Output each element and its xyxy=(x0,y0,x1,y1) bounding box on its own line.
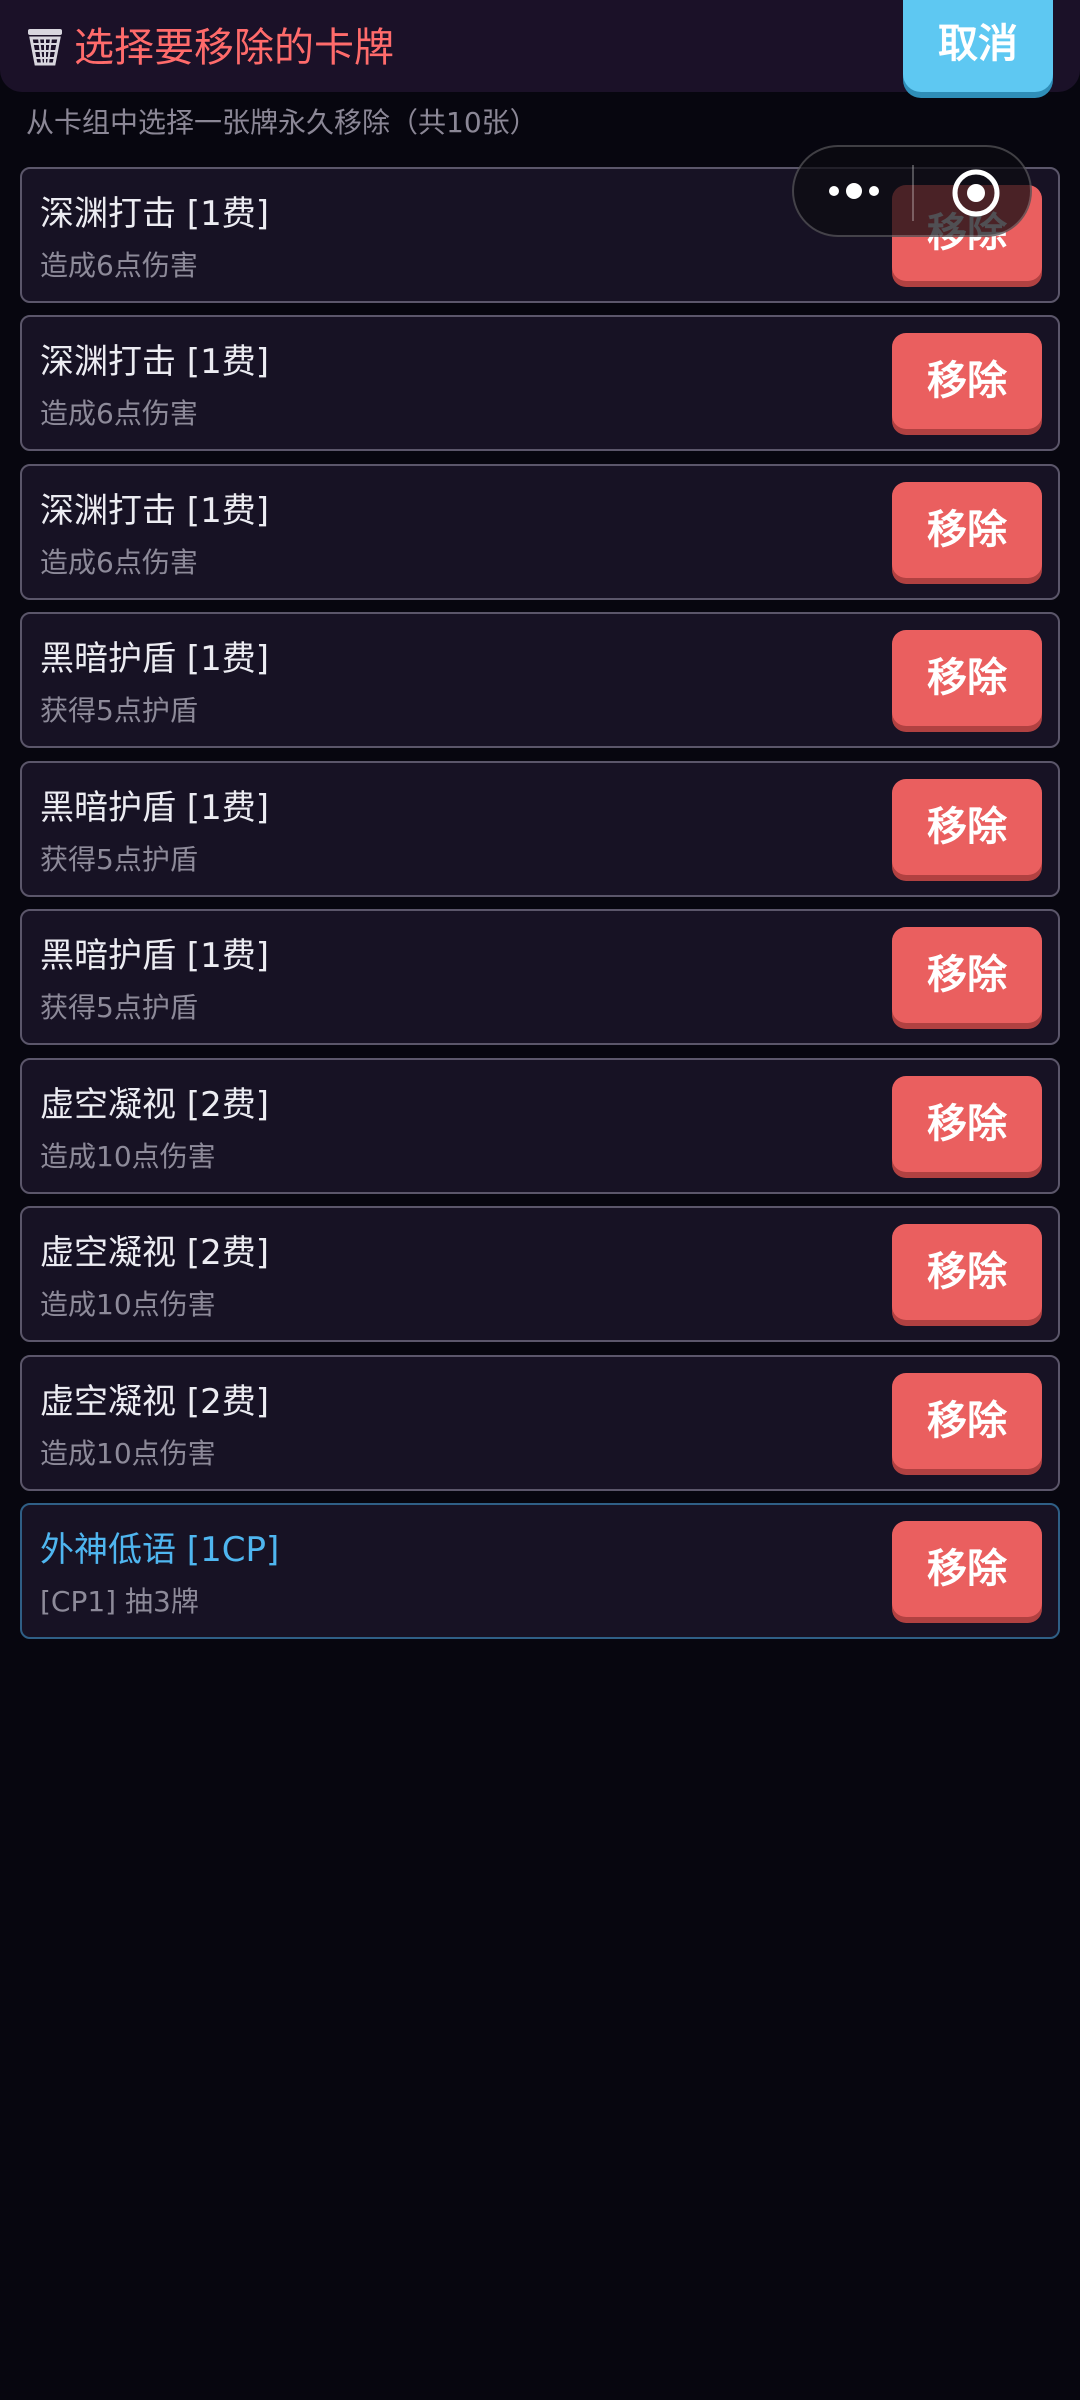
card-item: 虚空凝视 [2费] 造成10点伤害 移除 xyxy=(20,1058,1060,1194)
target-circle-icon[interactable] xyxy=(950,167,1002,219)
remove-button[interactable]: 移除 xyxy=(892,333,1042,429)
card-description: 造成6点伤害 xyxy=(40,546,198,579)
remove-button[interactable]: 移除 xyxy=(892,482,1042,578)
card-description: 造成10点伤害 xyxy=(40,1437,216,1470)
card-name: 深渊打击 [1费] xyxy=(40,342,269,382)
basket-icon xyxy=(26,26,64,66)
card-description: 获得5点护盾 xyxy=(40,991,198,1024)
header-bar: 选择要移除的卡牌 取消 xyxy=(0,0,1080,92)
card-item: 黑暗护盾 [1费] 获得5点护盾 移除 xyxy=(20,909,1060,1045)
instruction-text: 从卡组中选择一张牌永久移除（共10张） xyxy=(26,106,538,139)
card-description: 造成10点伤害 xyxy=(40,1140,216,1173)
card-name: 虚空凝视 [2费] xyxy=(40,1233,269,1273)
more-dots-icon[interactable] xyxy=(822,171,886,211)
card-description: 造成10点伤害 xyxy=(40,1288,216,1321)
card-description: [CP1] 抽3牌 xyxy=(40,1585,199,1618)
remove-card-screen: 选择要移除的卡牌 取消 从卡组中选择一张牌永久移除（共10张） 深渊打击 [1费… xyxy=(0,0,1080,2400)
card-name: 外神低语 [1CP] xyxy=(40,1530,280,1570)
page-title: 选择要移除的卡牌 xyxy=(74,25,394,71)
card-name: 黑暗护盾 [1费] xyxy=(40,788,269,828)
card-description: 造成6点伤害 xyxy=(40,249,198,282)
card-description: 获得5点护盾 xyxy=(40,843,198,876)
card-item-special: 外神低语 [1CP] [CP1] 抽3牌 移除 xyxy=(20,1503,1060,1639)
card-item: 虚空凝视 [2费] 造成10点伤害 移除 xyxy=(20,1355,1060,1491)
card-item: 虚空凝视 [2费] 造成10点伤害 移除 xyxy=(20,1206,1060,1342)
card-name: 黑暗护盾 [1费] xyxy=(40,639,269,679)
card-description: 造成6点伤害 xyxy=(40,397,198,430)
card-name: 深渊打击 [1费] xyxy=(40,194,269,234)
card-description: 获得5点护盾 xyxy=(40,694,198,727)
card-name: 虚空凝视 [2费] xyxy=(40,1382,269,1422)
remove-button[interactable]: 移除 xyxy=(892,1521,1042,1617)
card-name: 深渊打击 [1费] xyxy=(40,491,269,531)
remove-button[interactable]: 移除 xyxy=(892,779,1042,875)
card-name: 虚空凝视 [2费] xyxy=(40,1085,269,1125)
capsule-divider xyxy=(912,165,914,221)
card-item: 深渊打击 [1费] 造成6点伤害 移除 xyxy=(20,464,1060,600)
remove-button[interactable]: 移除 xyxy=(892,927,1042,1023)
card-item: 黑暗护盾 [1费] 获得5点护盾 移除 xyxy=(20,761,1060,897)
remove-button[interactable]: 移除 xyxy=(892,1224,1042,1320)
card-item: 黑暗护盾 [1费] 获得5点护盾 移除 xyxy=(20,612,1060,748)
card-item: 深渊打击 [1费] 造成6点伤害 移除 xyxy=(20,315,1060,451)
mini-program-capsule xyxy=(792,145,1032,237)
remove-button[interactable]: 移除 xyxy=(892,630,1042,726)
remove-button[interactable]: 移除 xyxy=(892,1076,1042,1172)
card-name: 黑暗护盾 [1费] xyxy=(40,936,269,976)
remove-button[interactable]: 移除 xyxy=(892,1373,1042,1469)
cancel-button[interactable]: 取消 xyxy=(903,0,1053,92)
